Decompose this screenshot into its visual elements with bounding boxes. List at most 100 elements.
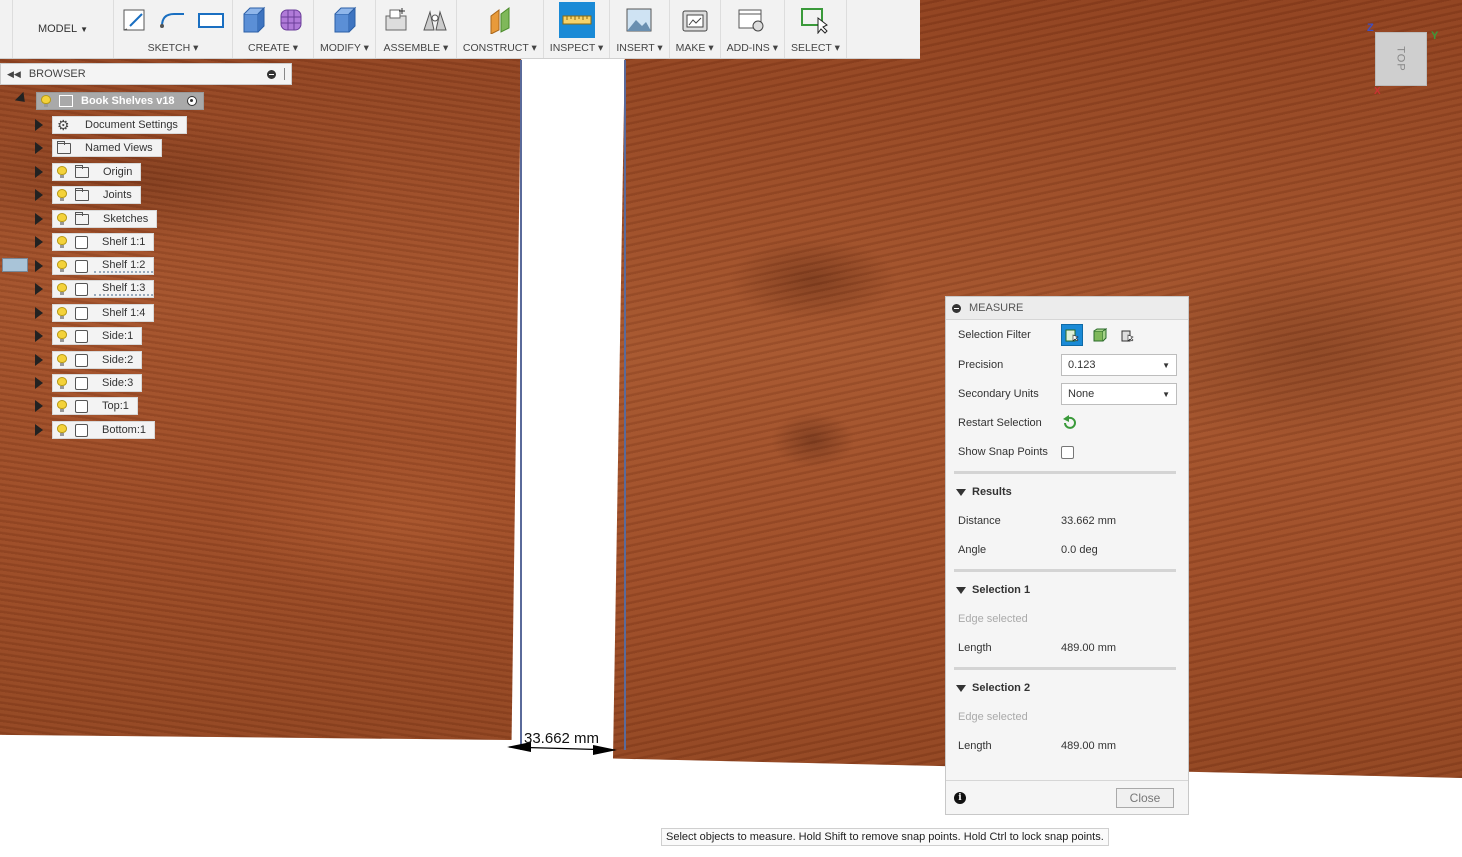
expand-arrow-icon[interactable]: [35, 424, 43, 436]
info-icon[interactable]: i: [954, 791, 966, 804]
collapse-browser-icon[interactable]: ◀◀: [7, 69, 21, 80]
timeline-marker[interactable]: [2, 258, 28, 272]
results-title: Results: [972, 486, 1012, 498]
visibility-bulb-icon[interactable]: [57, 424, 67, 436]
browser-item[interactable]: Joints: [52, 186, 141, 204]
scripts-addins-icon[interactable]: [737, 6, 767, 34]
precision-value: 0.123: [1068, 359, 1096, 371]
precision-dropdown[interactable]: 0.123 ▼: [1061, 354, 1177, 376]
extrude-icon[interactable]: [239, 6, 269, 34]
press-pull-icon[interactable]: [329, 6, 359, 34]
minimize-icon[interactable]: [267, 69, 276, 79]
expand-arrow-icon[interactable]: [35, 283, 43, 295]
expand-arrow-icon[interactable]: [35, 307, 43, 319]
visibility-bulb-icon[interactable]: [57, 330, 67, 342]
toolbar-assemble-label[interactable]: ASSEMBLE: [383, 42, 440, 54]
toolbar-select-label[interactable]: SELECT: [791, 42, 832, 54]
viewcube[interactable]: TOP: [1375, 32, 1427, 86]
expand-arrow-icon[interactable]: [35, 236, 43, 248]
visibility-bulb-icon[interactable]: [57, 213, 67, 225]
3d-viewport[interactable]: 33.662 mm Z Y X TOP: [0, 0, 1462, 857]
visibility-bulb-icon[interactable]: [57, 283, 67, 295]
toolbar-construct-label[interactable]: CONSTRUCT: [463, 42, 529, 54]
expand-arrow-icon[interactable]: [35, 400, 43, 412]
expand-arrow-icon[interactable]: [35, 354, 43, 366]
collapse-dialog-icon[interactable]: [952, 303, 961, 313]
visibility-bulb-icon[interactable]: [57, 400, 67, 412]
browser-item[interactable]: Origin: [52, 163, 142, 181]
expand-arrow-icon[interactable]: [35, 142, 43, 154]
3d-print-icon[interactable]: [680, 6, 710, 34]
workspace-switcher[interactable]: MODEL ▼: [13, 0, 114, 58]
browser-item[interactable]: Shelf 1:3: [52, 280, 155, 298]
visibility-bulb-icon[interactable]: [57, 307, 67, 319]
secondary-units-dropdown[interactable]: None ▼: [1061, 383, 1177, 405]
pin-icon[interactable]: [284, 68, 287, 80]
browser-item[interactable]: Bottom:1: [52, 421, 156, 439]
offset-plane-icon[interactable]: [485, 6, 515, 34]
expand-arrow-icon[interactable]: [35, 213, 43, 225]
measure-tool-button[interactable]: [558, 2, 595, 38]
browser-root-item[interactable]: Book Shelves v18: [36, 92, 204, 110]
toolbar-addins-label[interactable]: ADD-INS: [727, 42, 770, 54]
rectangle-icon[interactable]: [196, 6, 226, 34]
line-arc-icon[interactable]: [158, 6, 188, 34]
browser-item[interactable]: Shelf 1:2: [52, 257, 155, 275]
filter-face-edge-vertex-button[interactable]: [1061, 324, 1083, 346]
selected-edge-2[interactable]: [624, 60, 626, 750]
measure-dialog-header[interactable]: MEASURE: [946, 297, 1188, 320]
results-section-header[interactable]: Results: [956, 482, 1012, 502]
show-snap-points-checkbox[interactable]: [1061, 445, 1074, 459]
restart-selection-icon[interactable]: [1061, 415, 1077, 431]
selection2-section-header[interactable]: Selection 2: [956, 678, 1030, 698]
side-panel-left[interactable]: [0, 0, 522, 740]
visibility-bulb-icon[interactable]: [57, 166, 67, 178]
browser-item[interactable]: Side:1: [52, 327, 143, 345]
expand-arrow-icon[interactable]: [35, 189, 43, 201]
visibility-bulb-icon[interactable]: [57, 189, 67, 201]
toolbar-inspect-label[interactable]: INSPECT: [550, 42, 595, 54]
toolbar-group-sketch: SKETCH ▾: [114, 0, 233, 58]
browser-item[interactable]: ⚙ Document Settings: [52, 116, 187, 134]
selection1-section-header[interactable]: Selection 1: [956, 580, 1030, 600]
expand-arrow-icon[interactable]: [35, 166, 43, 178]
visibility-bulb-icon[interactable]: [57, 260, 67, 272]
joint-icon[interactable]: [420, 6, 450, 34]
body-icon: [75, 235, 88, 249]
form-icon[interactable]: [277, 6, 307, 34]
browser-item[interactable]: Side:2: [52, 351, 143, 369]
visibility-bulb-icon[interactable]: [57, 236, 67, 248]
close-button[interactable]: Close: [1116, 787, 1174, 808]
expand-arrow-icon[interactable]: [35, 119, 43, 131]
visibility-bulb-icon[interactable]: [41, 95, 51, 107]
selection2-length-label: Length: [958, 740, 992, 752]
toolbar-sketch-label[interactable]: SKETCH: [148, 42, 191, 54]
browser-item[interactable]: Shelf 1:1: [52, 233, 155, 251]
restart-selection-label: Restart Selection: [958, 417, 1042, 429]
expand-arrow-icon[interactable]: [35, 330, 43, 342]
expand-arrow-icon[interactable]: [35, 260, 43, 272]
toolbar-grip[interactable]: [0, 0, 13, 58]
insert-image-icon[interactable]: [624, 6, 654, 34]
toolbar-insert-label[interactable]: INSERT: [616, 42, 654, 54]
filter-body-button[interactable]: [1089, 324, 1111, 346]
expand-arrow-icon[interactable]: [35, 377, 43, 389]
browser-item[interactable]: Side:3: [52, 374, 143, 392]
toolbar-make-label[interactable]: MAKE: [676, 42, 706, 54]
browser-item[interactable]: Top:1: [52, 397, 138, 415]
create-sketch-icon[interactable]: [120, 6, 150, 34]
body-icon: [75, 306, 88, 320]
browser-item-label: Side:2: [102, 354, 134, 366]
filter-component-button[interactable]: [1117, 324, 1139, 346]
browser-item[interactable]: Shelf 1:4: [52, 304, 155, 322]
browser-item[interactable]: Sketches: [52, 210, 158, 228]
browser-item[interactable]: Named Views: [52, 139, 162, 157]
visibility-bulb-icon[interactable]: [57, 377, 67, 389]
new-component-icon[interactable]: [382, 6, 412, 34]
activate-component-icon[interactable]: [186, 96, 197, 106]
selected-edge-1[interactable]: [520, 60, 522, 750]
visibility-bulb-icon[interactable]: [57, 354, 67, 366]
toolbar-modify-label[interactable]: MODIFY: [320, 42, 361, 54]
select-icon[interactable]: [800, 6, 830, 34]
toolbar-create-label[interactable]: CREATE: [248, 42, 290, 54]
